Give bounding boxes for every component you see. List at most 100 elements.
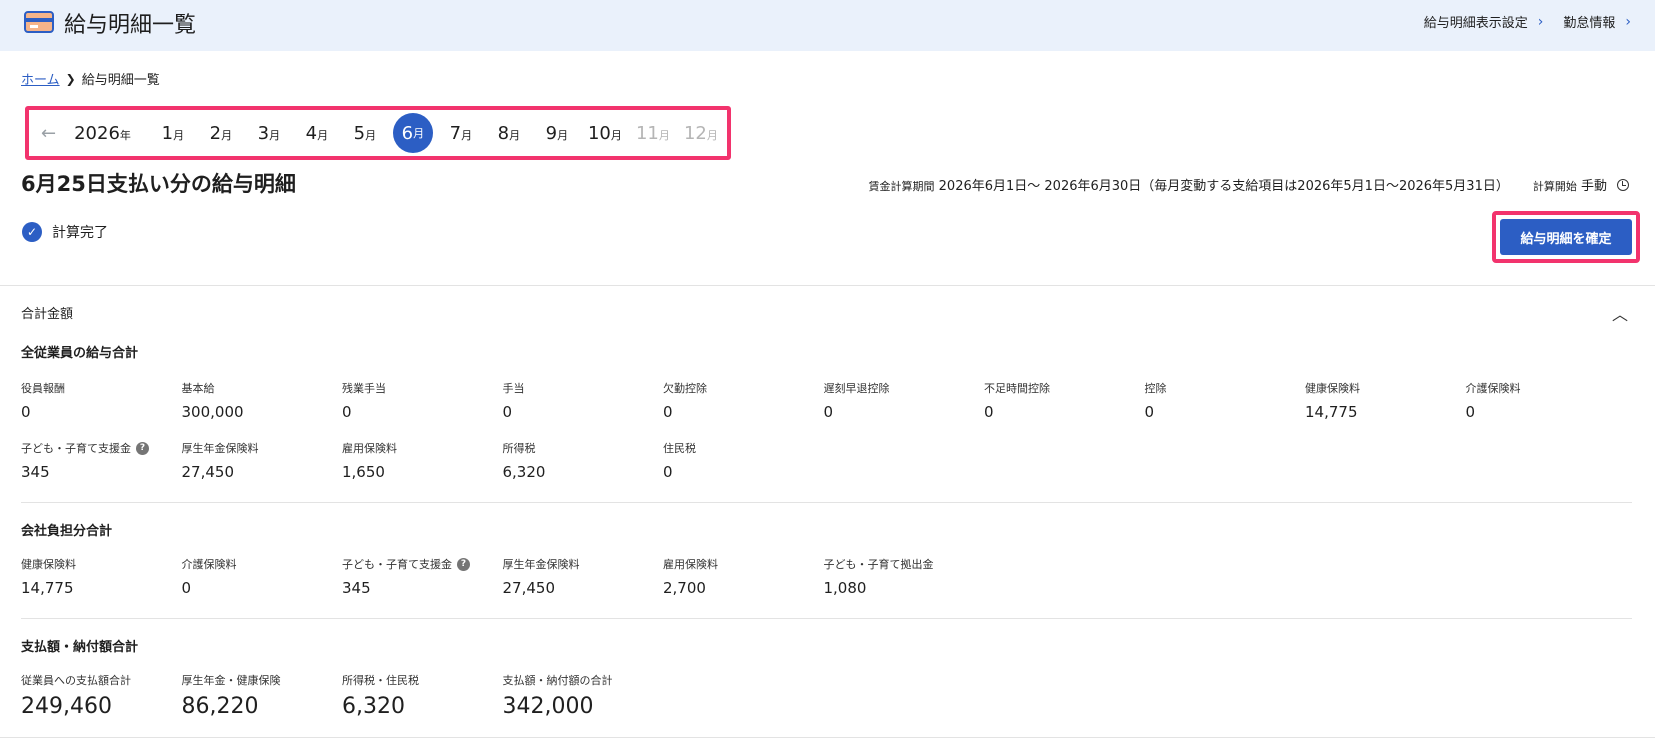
month-4[interactable]: 4月 [293, 123, 341, 144]
payslip-card-icon [24, 11, 54, 33]
arrow-left-icon[interactable]: ← [41, 123, 56, 144]
amount-label: 厚生年金保険料 [181, 442, 259, 455]
amount-cell: 健康保険料 14,775 [1305, 380, 1465, 421]
amount-cell: 従業員への支払額合計 249,460 [21, 672, 181, 719]
amount-value: 0 [502, 403, 513, 421]
amount-label: 子ども・子育て支援金? [21, 440, 181, 456]
amount-cell: 控除 0 [1145, 380, 1305, 421]
month-11: 11月 [635, 122, 670, 144]
total-section-title: 合計金額 [21, 307, 74, 322]
period-label: 賃金計算期間 [868, 180, 935, 193]
divider [21, 618, 1632, 619]
amount-value: 0 [181, 579, 192, 597]
amount-value: 345 [21, 463, 50, 481]
amount-value: 0 [1144, 403, 1155, 421]
period-value: 2026年6月1日〜 2026年6月30日（毎月変動する支給項目は2026年5月… [938, 179, 1509, 194]
amount-cell: 基本給 300,000 [182, 380, 342, 421]
amount-value: 86,220 [181, 694, 259, 719]
amount-label: 所得税 [502, 442, 536, 455]
top-bar: 給与明細一覧 給与明細表示設定 › 勤怠情報 › [0, 0, 1655, 51]
month-9[interactable]: 9月 [533, 123, 581, 144]
amount-label: 健康保険料 [21, 558, 76, 571]
confirm-payslip-button[interactable]: 給与明細を確定 [1500, 219, 1632, 255]
amount-cell: 住民税 0 [663, 440, 823, 481]
clock-icon[interactable] [1617, 178, 1629, 191]
amount-value: 1,080 [823, 579, 867, 597]
amount-label: 雇用保険料 [663, 558, 718, 571]
amount-value: 249,460 [21, 694, 112, 719]
amount-value: 300,000 [181, 403, 244, 421]
chevron-up-icon[interactable]: ︿ [1612, 301, 1628, 325]
year-label[interactable]: 2026年 [74, 123, 131, 144]
amount-cell: 子ども・子育て支援金? 345 [21, 440, 181, 481]
page-header-title: 給与明細一覧 [64, 13, 197, 38]
breadcrumb-current: 給与明細一覧 [81, 73, 160, 88]
amount-label: 厚生年金保険料 [502, 558, 580, 571]
amount-label: 雇用保険料 [342, 442, 397, 455]
amount-label: 欠勤控除 [663, 382, 707, 395]
amount-label: 子ども・子育て拠出金 [823, 558, 934, 571]
confirm-button-highlight: 給与明細を確定 [1492, 211, 1640, 263]
company-totals-title: 会社負担分合計 [21, 524, 113, 539]
calc-start-label: 計算開始 [1532, 180, 1577, 193]
divider [21, 502, 1632, 503]
amount-label: 健康保険料 [1305, 382, 1360, 395]
amount-cell: 子ども・子育て拠出金 1,080 [824, 556, 984, 597]
help-icon[interactable]: ? [457, 557, 470, 571]
amount-value: 0 [342, 403, 352, 421]
amount-cell: 雇用保険料 2,700 [663, 556, 823, 597]
payslip-display-settings-label: 給与明細表示設定 [1423, 16, 1528, 31]
month-5[interactable]: 5月 [341, 123, 389, 144]
header-links: 給与明細表示設定 › 勤怠情報 › [1423, 12, 1631, 32]
amount-label: 基本給 [181, 382, 215, 395]
help-icon[interactable]: ? [136, 441, 149, 455]
amount-label: 介護保険料 [1465, 382, 1521, 395]
amount-cell: 厚生年金保険料 27,450 [182, 440, 342, 481]
amount-value: 14,775 [1305, 403, 1358, 421]
month-2[interactable]: 2月 [197, 123, 245, 144]
amount-value: 0 [984, 403, 994, 421]
month-6[interactable]: 6月 [392, 113, 433, 153]
amount-label: 遅刻早退控除 [823, 382, 890, 395]
amount-value: 1,650 [342, 463, 385, 481]
amount-label: 住民税 [663, 442, 696, 455]
calc-status: ✓ 計算完了 [22, 222, 108, 242]
amount-cell: 役員報酬 0 [21, 380, 181, 421]
amount-label: 手当 [502, 382, 525, 395]
amount-value: 27,450 [181, 463, 235, 481]
amount-cell: 手当 0 [503, 380, 663, 421]
amount-value: 345 [342, 579, 371, 597]
breadcrumb-home-link[interactable]: ホーム [21, 69, 60, 88]
chevron-right-icon: › [1537, 13, 1544, 30]
month-1[interactable]: 1月 [149, 123, 197, 144]
employee-totals-title: 全従業員の給与合計 [21, 346, 139, 361]
amount-label: 役員報酬 [21, 382, 65, 395]
divider [0, 737, 1655, 738]
page-title: 6月25日支払い分の給与明細 [21, 172, 296, 196]
amount-cell: 健康保険料 14,775 [21, 556, 181, 597]
amount-cell: 子ども・子育て支援金? 345 [342, 556, 502, 597]
amount-label: 従業員への支払額合計 [21, 674, 131, 687]
payslip-display-settings-link[interactable]: 給与明細表示設定 › [1423, 12, 1544, 32]
amount-cell: 欠勤控除 0 [663, 380, 823, 421]
amount-label: 不足時間控除 [984, 382, 1050, 395]
amount-value: 6,320 [502, 463, 546, 481]
attendance-info-link[interactable]: 勤怠情報 › [1563, 12, 1631, 32]
month-10[interactable]: 10月 [581, 123, 629, 144]
month-8[interactable]: 8月 [485, 123, 533, 144]
payment-totals-title: 支払額・納付額合計 [21, 640, 139, 655]
amount-value: 27,450 [502, 579, 556, 597]
amount-value: 6,320 [342, 694, 405, 719]
month-7[interactable]: 7月 [437, 123, 485, 144]
month-3[interactable]: 3月 [245, 123, 293, 144]
amount-cell: 支払額・納付額の合計 342,000 [503, 672, 663, 719]
amount-value: 0 [663, 403, 673, 421]
amount-cell: 介護保険料 0 [182, 556, 342, 597]
check-circle-icon: ✓ [22, 222, 42, 242]
amount-value: 342,000 [502, 694, 594, 719]
amount-value: 0 [663, 463, 673, 481]
amount-label: 厚生年金・健康保険 [181, 674, 281, 687]
month-selector: ← 2026年 1月 2月 3月 4月 5月 6 月 7月 8月 9月 10月 11月 12月 [25, 106, 731, 160]
amount-cell: 厚生年金・健康保険 86,220 [182, 672, 342, 719]
amount-value: 2,700 [663, 579, 706, 597]
